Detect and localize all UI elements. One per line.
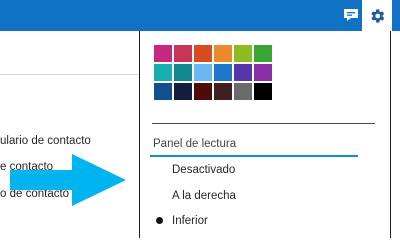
color-swatch[interactable] [214,45,232,62]
color-swatch[interactable] [174,45,192,62]
color-swatch[interactable] [174,64,192,81]
color-swatch[interactable] [214,64,232,81]
content-header-divider [0,74,139,75]
color-swatch[interactable] [234,45,252,62]
reading-pane-heading: Panel de lectura [153,138,237,150]
chat-icon [344,9,358,21]
chat-button[interactable] [341,5,361,25]
reading-pane-option-right[interactable]: A la derecha [172,190,236,202]
reading-pane-option-off[interactable]: Desactivado [172,164,235,176]
color-swatch[interactable] [194,64,212,81]
list-item-label: ulario de contacto [0,135,91,147]
reading-pane-option-bottom[interactable]: Inferior [172,215,208,227]
color-swatch[interactable] [154,45,172,62]
color-swatch[interactable] [214,83,232,100]
color-swatch[interactable] [174,83,192,100]
color-swatch[interactable] [154,64,172,81]
color-swatch[interactable] [254,45,272,62]
theme-color-picker [154,45,272,102]
color-swatch[interactable] [254,83,272,100]
reading-pane-heading-underline [150,155,358,157]
selected-bullet-icon [156,217,163,224]
arrow-right-icon [10,154,126,206]
color-swatch[interactable] [154,83,172,100]
settings-button[interactable] [361,0,393,31]
color-swatch[interactable] [194,83,212,100]
color-swatch[interactable] [254,64,272,81]
top-bar [0,0,400,31]
divider [152,123,375,124]
swatch-row [154,83,272,100]
color-swatch[interactable] [194,45,212,62]
color-swatch[interactable] [234,64,252,81]
settings-dropdown: Panel de lectura Desactivado A la derech… [139,31,391,238]
swatch-row [154,64,272,81]
gear-icon [371,8,385,23]
swatch-row [154,45,272,62]
color-swatch[interactable] [234,83,252,100]
